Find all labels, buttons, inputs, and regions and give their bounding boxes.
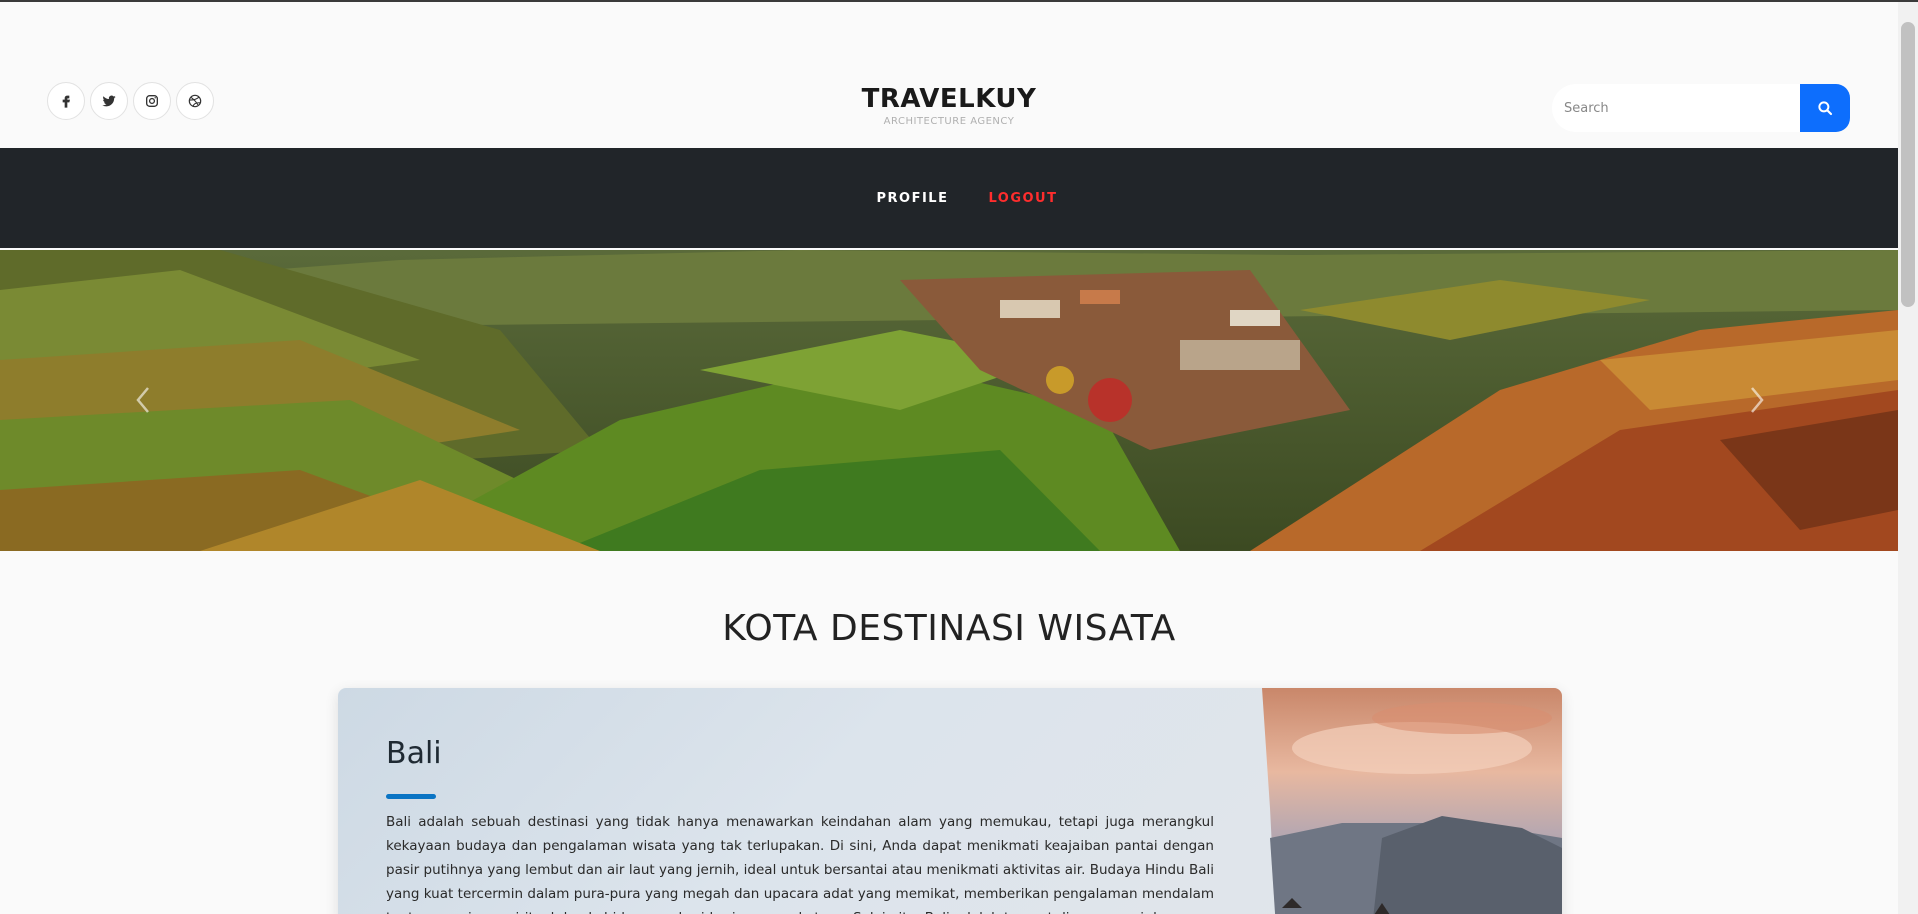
search-button[interactable] <box>1800 84 1850 132</box>
search-input[interactable] <box>1552 84 1800 132</box>
hero-carousel <box>0 250 1898 551</box>
nav-items: PROFILE LOGOUT <box>0 148 1898 248</box>
nav-profile-link[interactable]: PROFILE <box>876 191 948 206</box>
carousel-next-button[interactable] <box>1736 380 1776 420</box>
nav-logout-link[interactable]: LOGOUT <box>988 191 1057 206</box>
chevron-right-icon <box>1751 387 1764 413</box>
scrollbar-thumb[interactable] <box>1901 22 1915 307</box>
card-title-underline <box>386 794 436 799</box>
chevron-left-icon <box>136 387 149 413</box>
main-nav: PROFILE LOGOUT <box>0 148 1898 248</box>
page: TRAVELKUY ARCHITECTURE AGENCY PROFILE LO… <box>0 2 1898 914</box>
destination-card: Bali Bali adalah sebuah destinasi yang t… <box>338 688 1562 914</box>
site-header: TRAVELKUY ARCHITECTURE AGENCY <box>0 2 1898 148</box>
card-description: Bali adalah sebuah destinasi yang tidak … <box>386 814 1214 914</box>
section-title: KOTA DESTINASI WISATA <box>722 608 1176 649</box>
search-form <box>1552 84 1850 132</box>
vertical-scrollbar[interactable] <box>1898 2 1918 914</box>
destination-image <box>1262 688 1562 914</box>
hero-image <box>0 250 1898 551</box>
carousel-prev-button[interactable] <box>124 380 164 420</box>
search-icon <box>1818 101 1833 116</box>
card-title: Bali <box>386 736 442 771</box>
